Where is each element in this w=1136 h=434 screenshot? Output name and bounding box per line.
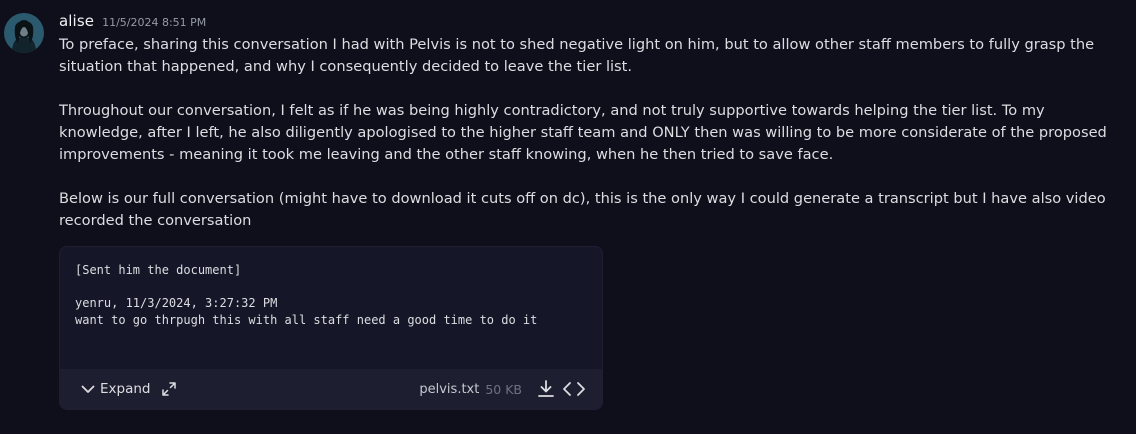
file-preview-line bbox=[75, 279, 595, 296]
expand-button[interactable]: Expand bbox=[80, 381, 151, 397]
avatar-portrait-icon bbox=[4, 13, 44, 53]
attachment-footer: Expand pelvis.txt 50 KB bbox=[60, 369, 602, 409]
expand-label: Expand bbox=[100, 381, 151, 397]
file-info: pelvis.txt 50 KB bbox=[419, 379, 586, 399]
file-name[interactable]: pelvis.txt bbox=[419, 382, 479, 397]
message-paragraph: Throughout our conversation, I felt as i… bbox=[59, 102, 1107, 163]
user-avatar[interactable] bbox=[4, 13, 44, 53]
chat-message: alise 11/5/2024 8:51 PM To preface, shar… bbox=[0, 0, 1136, 434]
text-file-attachment: [Sent him the document] yenru, 11/3/2024… bbox=[59, 246, 603, 410]
message-timestamp: 11/5/2024 8:51 PM bbox=[102, 16, 207, 29]
download-icon[interactable] bbox=[536, 379, 556, 399]
file-size: 50 KB bbox=[485, 381, 522, 397]
code-brackets-icon[interactable] bbox=[562, 379, 586, 399]
message-content: To preface, sharing this conversation I … bbox=[59, 34, 1127, 232]
chevron-down-icon bbox=[81, 385, 95, 393]
author-name[interactable]: alise bbox=[59, 12, 94, 30]
file-preview-line: want to go thrpugh this with all staff n… bbox=[75, 312, 538, 327]
expand-arrows-icon[interactable] bbox=[161, 381, 177, 397]
message-header: alise 11/5/2024 8:51 PM bbox=[59, 12, 206, 34]
file-preview: [Sent him the document] yenru, 11/3/2024… bbox=[75, 262, 595, 328]
file-preview-line: yenru, 11/3/2024, 3:27:32 PM bbox=[75, 296, 278, 310]
file-preview-line: [Sent him the document] bbox=[75, 263, 242, 277]
message-paragraph: To preface, sharing this conversation I … bbox=[59, 36, 1095, 75]
message-paragraph: Below is our full conversation (might ha… bbox=[59, 190, 1106, 229]
